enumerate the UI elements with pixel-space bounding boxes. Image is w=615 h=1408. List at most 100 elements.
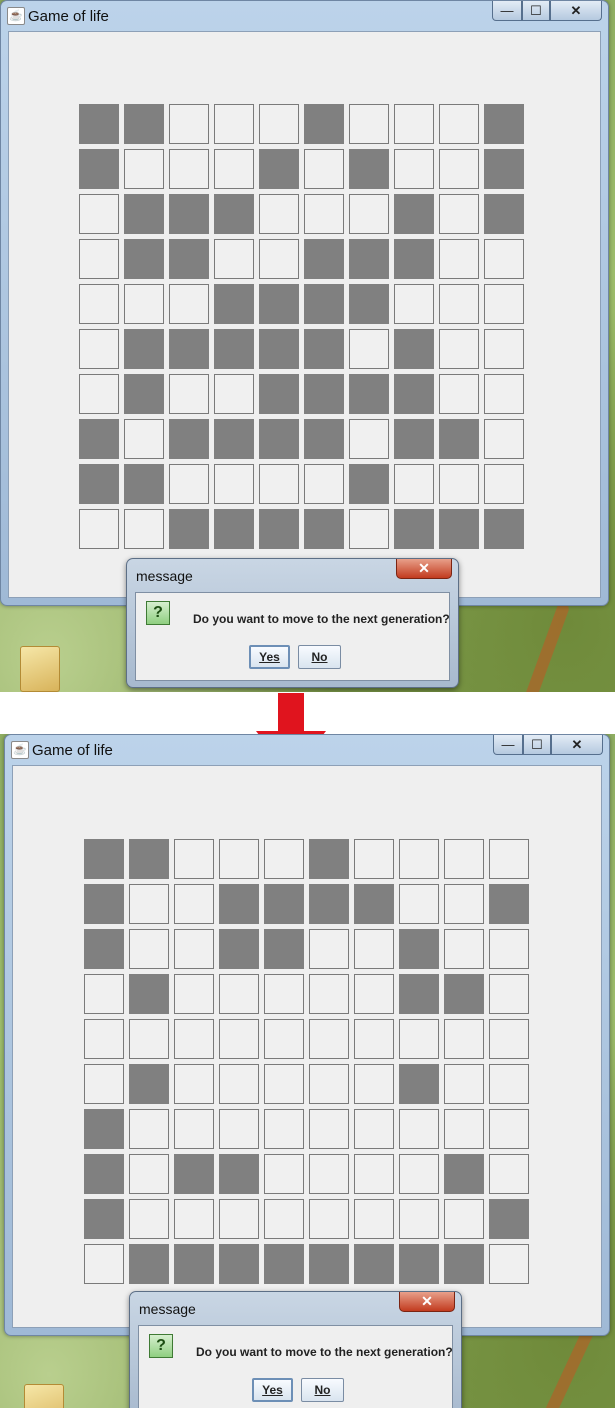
grid-cell[interactable] — [169, 419, 209, 459]
grid-cell[interactable] — [214, 419, 254, 459]
grid-cell[interactable] — [484, 509, 524, 549]
grid-cell[interactable] — [219, 1019, 259, 1059]
dialog-close-button[interactable]: ✕ — [399, 1292, 455, 1312]
grid-cell[interactable] — [439, 464, 479, 504]
grid-cell[interactable] — [394, 194, 434, 234]
grid-cell[interactable] — [169, 194, 209, 234]
grid-cell[interactable] — [124, 419, 164, 459]
grid-cell[interactable] — [84, 1064, 124, 1104]
grid-cell[interactable] — [484, 239, 524, 279]
grid-cell[interactable] — [304, 509, 344, 549]
grid-cell[interactable] — [354, 1154, 394, 1194]
grid-cell[interactable] — [354, 884, 394, 924]
grid-cell[interactable] — [349, 464, 389, 504]
grid-cell[interactable] — [129, 1154, 169, 1194]
grid-cell[interactable] — [489, 1109, 529, 1149]
grid-cell[interactable] — [309, 1154, 349, 1194]
grid-cell[interactable] — [489, 1064, 529, 1104]
grid-cell[interactable] — [174, 884, 214, 924]
grid-cell[interactable] — [304, 194, 344, 234]
grid-cell[interactable] — [169, 239, 209, 279]
grid-cell[interactable] — [444, 974, 484, 1014]
grid-cell[interactable] — [309, 1199, 349, 1239]
grid-cell[interactable] — [484, 419, 524, 459]
grid-cell[interactable] — [394, 104, 434, 144]
grid-cell[interactable] — [129, 974, 169, 1014]
grid-cell[interactable] — [259, 329, 299, 369]
grid-cell[interactable] — [84, 1199, 124, 1239]
grid-cell[interactable] — [169, 149, 209, 189]
grid-cell[interactable] — [219, 1109, 259, 1149]
grid-cell[interactable] — [304, 464, 344, 504]
grid-cell[interactable] — [489, 839, 529, 879]
grid-cell[interactable] — [354, 1064, 394, 1104]
grid-cell[interactable] — [444, 1019, 484, 1059]
grid-cell[interactable] — [84, 1244, 124, 1284]
grid-cell[interactable] — [399, 929, 439, 969]
grid-cell[interactable] — [349, 329, 389, 369]
grid-cell[interactable] — [214, 104, 254, 144]
grid-cell[interactable] — [129, 839, 169, 879]
grid-cell[interactable] — [444, 1064, 484, 1104]
grid-cell[interactable] — [349, 239, 389, 279]
grid-cell[interactable] — [174, 974, 214, 1014]
grid-cell[interactable] — [489, 1244, 529, 1284]
grid-cell[interactable] — [354, 1244, 394, 1284]
grid-cell[interactable] — [354, 1019, 394, 1059]
grid-cell[interactable] — [169, 329, 209, 369]
grid-cell[interactable] — [444, 1154, 484, 1194]
grid-cell[interactable] — [394, 284, 434, 324]
grid-cell[interactable] — [214, 149, 254, 189]
grid-cell[interactable] — [219, 884, 259, 924]
grid-cell[interactable] — [169, 509, 209, 549]
grid-cell[interactable] — [214, 239, 254, 279]
grid-cell[interactable] — [79, 329, 119, 369]
grid-cell[interactable] — [264, 974, 304, 1014]
grid-cell[interactable] — [214, 374, 254, 414]
grid-cell[interactable] — [399, 1154, 439, 1194]
grid-cell[interactable] — [174, 929, 214, 969]
grid-cell[interactable] — [84, 974, 124, 1014]
grid-cell[interactable] — [399, 1109, 439, 1149]
grid-cell[interactable] — [304, 284, 344, 324]
grid-cell[interactable] — [259, 149, 299, 189]
grid-cell[interactable] — [484, 329, 524, 369]
grid-cell[interactable] — [394, 239, 434, 279]
grid-cell[interactable] — [214, 509, 254, 549]
grid-cell[interactable] — [169, 464, 209, 504]
grid-cell[interactable] — [84, 839, 124, 879]
grid-cell[interactable] — [489, 974, 529, 1014]
grid-cell[interactable] — [84, 1019, 124, 1059]
grid-cell[interactable] — [124, 194, 164, 234]
yes-button[interactable]: Yes — [252, 1378, 293, 1402]
grid-cell[interactable] — [304, 104, 344, 144]
grid-cell[interactable] — [304, 329, 344, 369]
maximize-button[interactable]: ☐ — [522, 1, 550, 21]
grid-cell[interactable] — [304, 419, 344, 459]
grid-cell[interactable] — [439, 419, 479, 459]
grid-cell[interactable] — [129, 1244, 169, 1284]
minimize-button[interactable]: — — [493, 735, 523, 755]
grid-cell[interactable] — [219, 839, 259, 879]
grid-cell[interactable] — [349, 284, 389, 324]
grid-cell[interactable] — [169, 284, 209, 324]
grid-cell[interactable] — [484, 464, 524, 504]
grid-cell[interactable] — [264, 839, 304, 879]
grid-cell[interactable] — [354, 1109, 394, 1149]
title-bar[interactable]: ☕ Game of life — ☐ ✕ — [5, 735, 609, 765]
grid-cell[interactable] — [394, 419, 434, 459]
grid-cell[interactable] — [219, 1154, 259, 1194]
grid-cell[interactable] — [264, 1154, 304, 1194]
no-button[interactable]: No — [298, 645, 341, 669]
close-button[interactable]: ✕ — [550, 1, 602, 21]
folder-icon[interactable] — [24, 1384, 64, 1408]
grid-cell[interactable] — [394, 329, 434, 369]
grid-cell[interactable] — [484, 104, 524, 144]
grid-cell[interactable] — [124, 284, 164, 324]
grid-cell[interactable] — [259, 194, 299, 234]
grid-cell[interactable] — [259, 239, 299, 279]
grid-cell[interactable] — [219, 929, 259, 969]
grid-cell[interactable] — [304, 239, 344, 279]
close-button[interactable]: ✕ — [551, 735, 603, 755]
grid-cell[interactable] — [489, 1199, 529, 1239]
